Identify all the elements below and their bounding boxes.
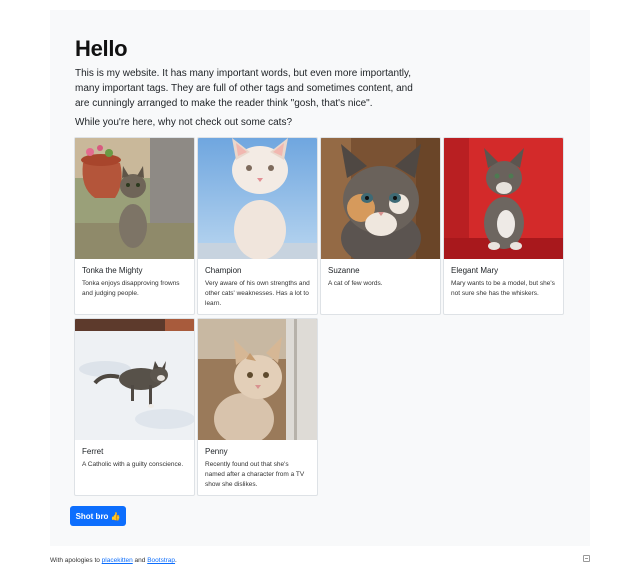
button-label: Shot bro — [75, 511, 109, 521]
cat-photo-penny — [198, 319, 317, 440]
shot-bro-button[interactable]: Shot bro 👍 — [70, 506, 126, 526]
cat-name: Ferret — [82, 447, 104, 456]
page-title: Hello — [75, 36, 128, 61]
cats-prompt: While you're here, why not check out som… — [75, 117, 293, 128]
cat-photo-suzanne — [321, 138, 440, 259]
cat-description: A Catholic with a guilty conscience. — [82, 461, 184, 468]
footer: With apologies to placekitten and Bootst… — [50, 557, 177, 564]
cat-description: Tonka enjoys disapproving frowns and jud… — [82, 280, 180, 297]
cat-name: Tonka the Mighty — [82, 266, 143, 275]
cat-photo-elegant-mary — [444, 138, 563, 259]
cat-photo-ferret — [75, 319, 194, 440]
cat-name: Elegant Mary — [451, 266, 499, 275]
footer-prefix: With apologies to — [50, 557, 102, 564]
cat-description: Recently found out that she's named afte… — [205, 461, 305, 488]
cat-card: Suzanne A cat of few words. — [320, 137, 441, 315]
cat-description: Mary wants to be a model, but she's not … — [451, 280, 555, 297]
thumbs-up-icon: 👍 — [110, 511, 121, 521]
cat-description: A cat of few words. — [328, 280, 383, 287]
placekitten-link[interactable]: placekitten — [102, 557, 133, 564]
cat-photo-tonka — [75, 138, 194, 259]
cat-photo-champion — [198, 138, 317, 259]
cat-card: Elegant Mary Mary wants to be a model, b… — [443, 137, 564, 315]
cat-description: Very aware of his own strengths and othe… — [205, 280, 310, 307]
footer-middle: and — [132, 557, 148, 564]
cat-name: Penny — [205, 447, 228, 456]
intro-paragraph: This is my website. It has many importan… — [75, 68, 413, 109]
cat-name: Champion — [205, 266, 242, 275]
cat-card: Ferret A Catholic with a guilty conscien… — [74, 318, 195, 496]
embed-icon[interactable] — [583, 555, 590, 562]
cat-card: Champion Very aware of his own strengths… — [197, 137, 318, 315]
cat-card: Tonka the Mighty Tonka enjoys disapprovi… — [74, 137, 195, 315]
cat-card: Penny Recently found out that she's name… — [197, 318, 318, 496]
footer-suffix: . — [175, 557, 177, 564]
jumbotron: Hello This is my website. It has many im… — [50, 10, 590, 546]
cat-name: Suzanne — [328, 266, 360, 275]
bootstrap-link[interactable]: Bootstrap — [147, 557, 175, 564]
